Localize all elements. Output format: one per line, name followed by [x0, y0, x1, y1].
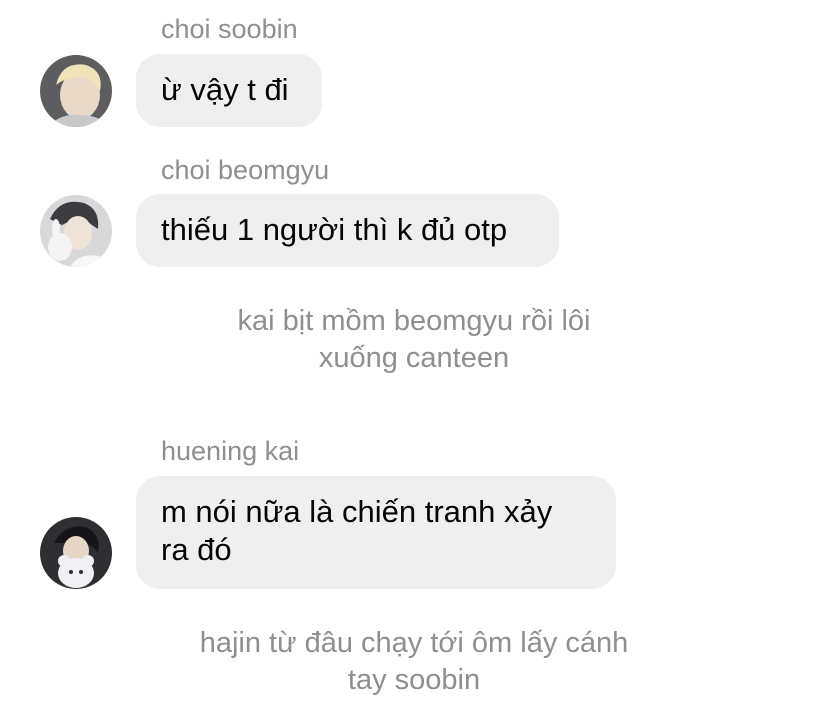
narration: kai bịt mồm beomgyu rồi lôi xuống cantee…	[0, 303, 828, 377]
narration-line: hajin từ đâu chạy tới ôm lấy cánh	[199, 627, 629, 659]
message-bubble[interactable]: m nói nữa là chiến tranh xảy ra đó	[136, 476, 616, 589]
message-bubble[interactable]: thiếu 1 người thì k đủ otp	[136, 194, 559, 267]
message-bubble[interactable]: ừ vậy t đi	[136, 54, 322, 127]
message-text-line: ra đó	[161, 532, 232, 567]
chat-thread: choi soobin ừ vậy t đi choi beomgyu thiế…	[0, 0, 828, 720]
narration: hajin từ đâu chạy tới ôm lấy cánh tay so…	[0, 625, 828, 699]
sender-name: choi beomgyu	[161, 155, 330, 185]
sender-name: huening kai	[161, 436, 300, 466]
avatar[interactable]	[40, 55, 112, 127]
message-text: ừ vậy t đi	[161, 72, 289, 107]
narration-line: kai bịt mồm beomgyu rồi lôi	[237, 305, 591, 337]
message-text: thiếu 1 người thì k đủ otp	[161, 212, 508, 247]
sender-name: choi soobin	[161, 14, 298, 44]
narration-line: tay soobin	[347, 664, 481, 696]
message-text-line: m nói nữa là chiến tranh xảy	[161, 494, 553, 529]
avatar[interactable]	[40, 195, 112, 267]
avatar[interactable]	[40, 517, 112, 589]
narration-line: xuống canteen	[318, 342, 510, 374]
